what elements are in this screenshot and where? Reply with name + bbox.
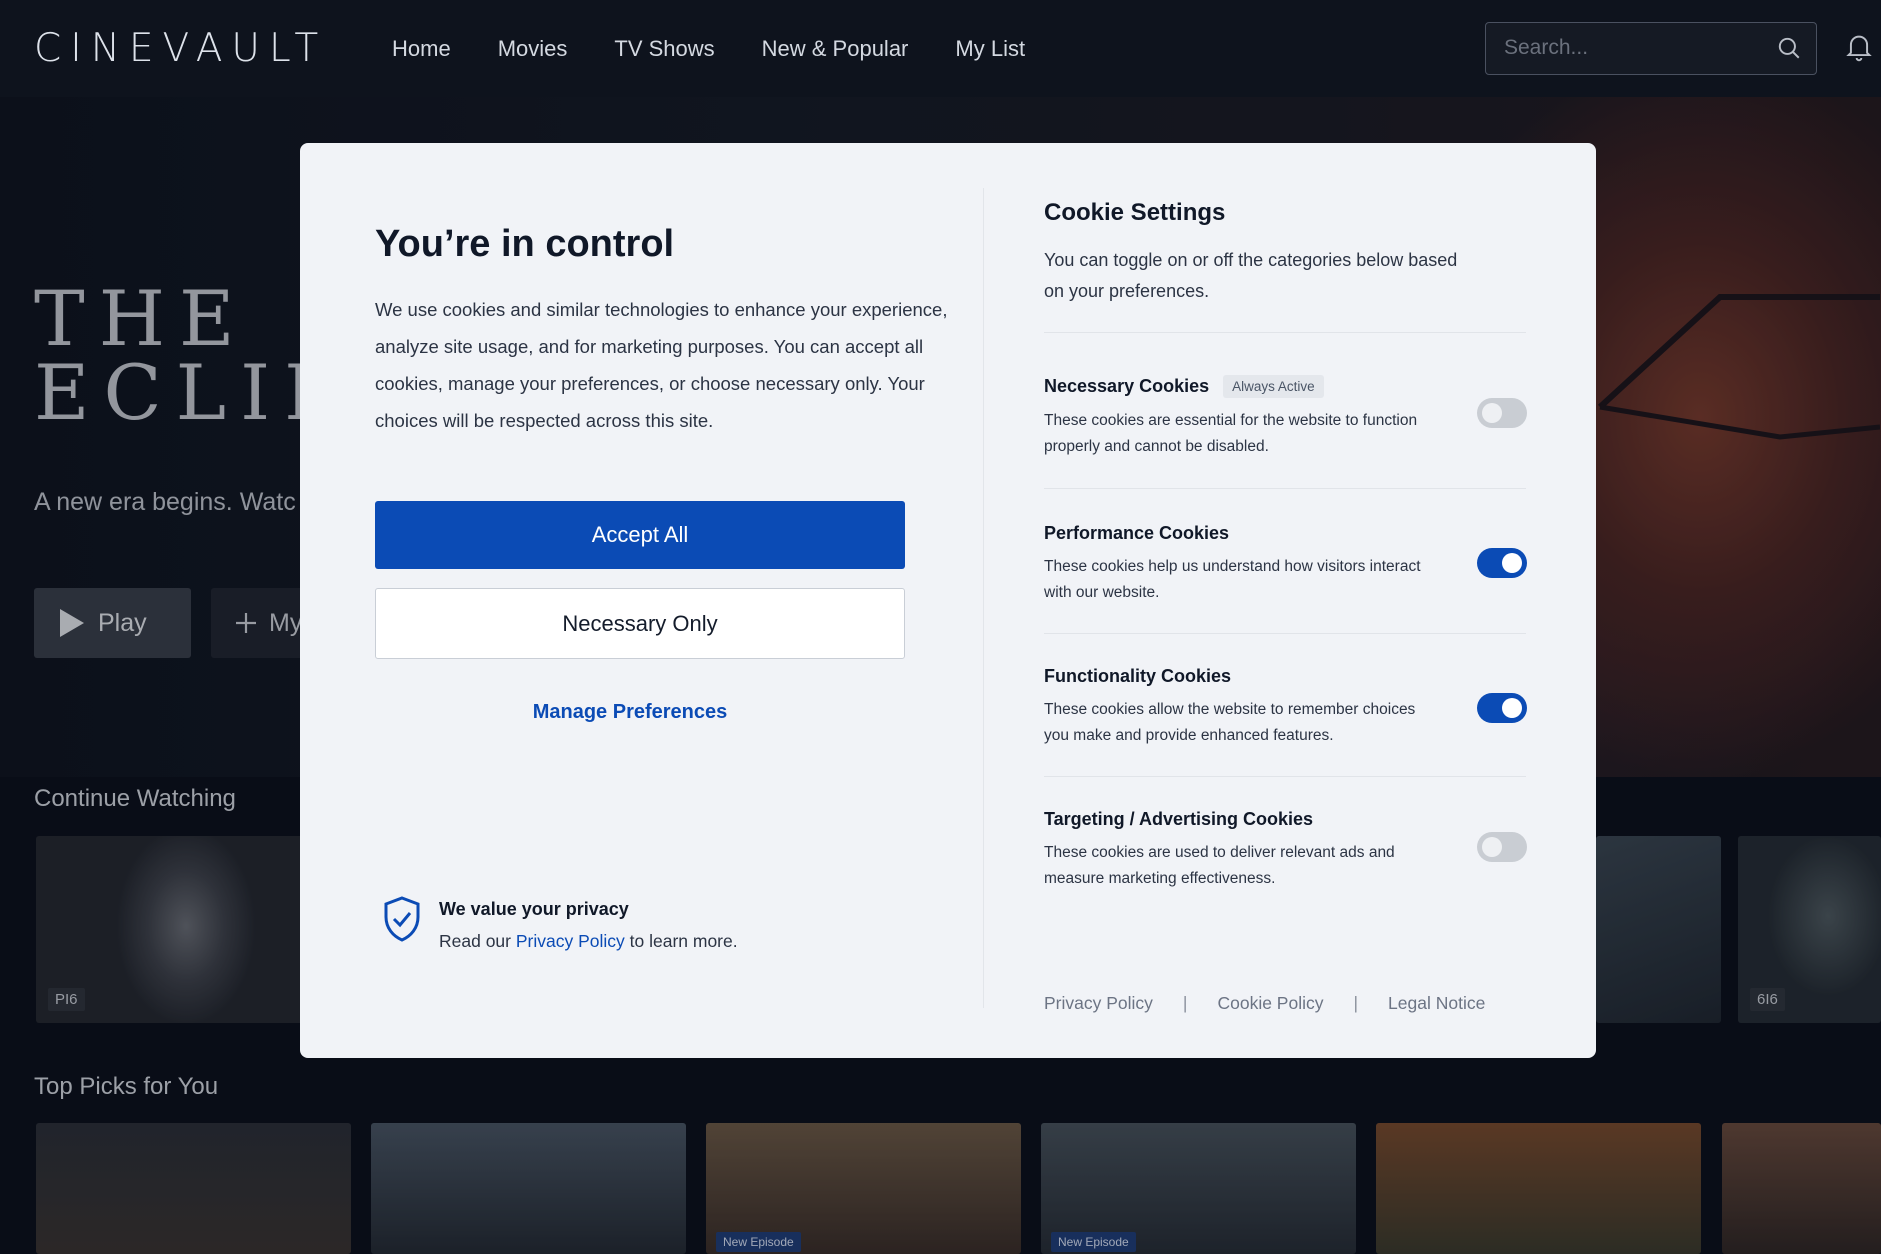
- category-name: Performance Cookies: [1044, 523, 1230, 543]
- modal-description: We use cookies and similar technologies …: [375, 299, 948, 431]
- functionality-cookies-toggle[interactable]: [1477, 693, 1527, 723]
- necessary-only-button[interactable]: Necessary Only: [375, 588, 905, 659]
- cookie-category-performance: Performance Cookies These cookies help u…: [1044, 523, 1534, 606]
- cookie-settings-title: Cookie Settings: [1044, 199, 1226, 226]
- search-icon[interactable]: [1776, 35, 1802, 61]
- cookie-settings-description: You can toggle on or off the categories …: [1044, 250, 1458, 301]
- privacy-text-prefix: Read our: [439, 931, 516, 951]
- modal-footer-links: Privacy Policy | Cookie Policy | Legal N…: [1044, 993, 1485, 1014]
- cookie-category-necessary: Necessary Cookies Always Active These coo…: [1044, 375, 1534, 460]
- performance-cookies-toggle[interactable]: [1477, 548, 1527, 578]
- toggle-knob: [1482, 403, 1502, 423]
- accept-all-button[interactable]: Accept All: [375, 501, 905, 569]
- shield-check-icon: [384, 896, 420, 942]
- separator: [1044, 776, 1526, 777]
- nav-tv-shows[interactable]: TV Shows: [614, 36, 714, 62]
- necessary-cookies-toggle[interactable]: [1477, 398, 1527, 428]
- nav-home[interactable]: Home: [392, 36, 451, 62]
- toggle-knob: [1502, 698, 1522, 718]
- toggle-knob: [1482, 837, 1502, 857]
- separator: [1044, 633, 1526, 634]
- privacy-text: Read our Privacy Policy to learn more.: [439, 931, 738, 952]
- category-description: These cookies are essential for the webs…: [1044, 412, 1418, 455]
- modal-title: You’re in control: [375, 223, 675, 265]
- footer-privacy-policy-link[interactable]: Privacy Policy: [1044, 993, 1153, 1014]
- top-navbar: CINEVAULT Home Movies TV Shows New & Pop…: [0, 0, 1881, 97]
- link-separator: |: [1182, 993, 1188, 1013]
- privacy-heading: We value your privacy: [439, 899, 629, 919]
- category-name: Targeting / Advertising Cookies: [1044, 809, 1314, 829]
- privacy-text-suffix: to learn more.: [624, 931, 738, 951]
- nav-movies[interactable]: Movies: [498, 36, 568, 62]
- category-description: These cookies help us understand how vis…: [1044, 558, 1421, 601]
- bell-icon[interactable]: [1845, 32, 1873, 62]
- footer-cookie-policy-link[interactable]: Cookie Policy: [1217, 993, 1323, 1014]
- page-root: CINEVAULT Home Movies TV Shows New & Pop…: [0, 0, 1881, 1254]
- category-description: These cookies are used to deliver releva…: [1044, 844, 1395, 887]
- toggle-knob: [1502, 553, 1522, 573]
- link-separator: |: [1353, 993, 1359, 1013]
- always-active-badge: Always Active: [1223, 375, 1324, 398]
- manage-preferences-link[interactable]: Manage Preferences: [375, 701, 885, 724]
- nav-my-list[interactable]: My List: [955, 36, 1025, 62]
- search-input[interactable]: [1504, 23, 1764, 73]
- separator: [1044, 332, 1526, 333]
- separator: [1044, 488, 1526, 489]
- cookie-category-functionality: Functionality Cookies These cookies allo…: [1044, 666, 1534, 749]
- footer-legal-notice-link[interactable]: Legal Notice: [1388, 993, 1485, 1014]
- search-box: [1485, 22, 1817, 75]
- cookie-consent-modal: You’re in control We use cookies and sim…: [300, 143, 1596, 1058]
- category-description: These cookies allow the website to remem…: [1044, 701, 1416, 744]
- category-name: Necessary Cookies: [1044, 376, 1210, 396]
- category-name: Functionality Cookies: [1044, 666, 1232, 686]
- modal-divider: [983, 188, 984, 1008]
- privacy-policy-link[interactable]: Privacy Policy: [516, 931, 625, 951]
- app-logo[interactable]: CINEVAULT: [34, 26, 327, 71]
- nav-new-popular[interactable]: New & Popular: [762, 36, 909, 62]
- main-nav: Home Movies TV Shows New & Popular My Li…: [392, 36, 1025, 62]
- targeting-cookies-toggle[interactable]: [1477, 832, 1527, 862]
- cookie-category-targeting: Targeting / Advertising Cookies These co…: [1044, 809, 1534, 892]
